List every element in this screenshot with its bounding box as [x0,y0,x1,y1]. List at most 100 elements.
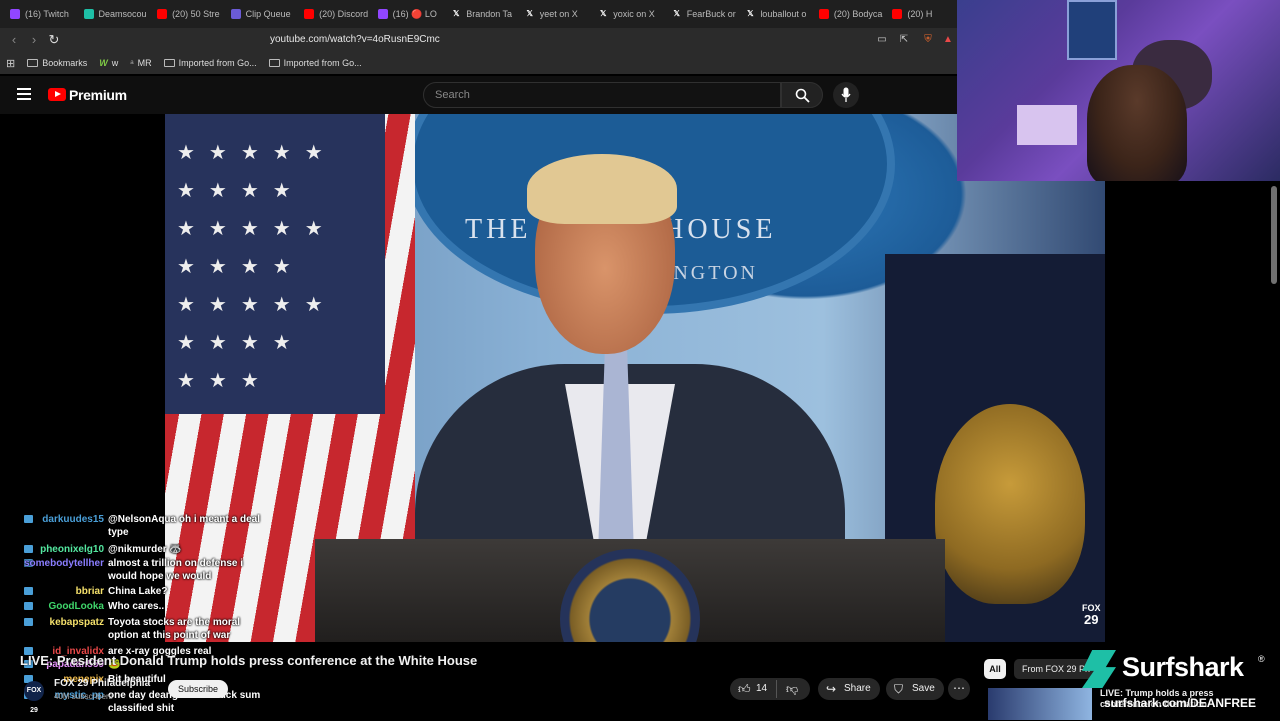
address-bar[interactable]: youtube.com/watch?v=4oRusnE9Cmc [218,30,960,50]
bookmark-label: w [111,58,119,68]
presidential-flag-eagle [935,404,1085,604]
streamer-webcam [957,0,1280,181]
chat-username[interactable]: GoodLooka [48,600,104,613]
menu-icon[interactable] [17,88,31,100]
page-scrollbar-thumb[interactable] [1271,186,1277,284]
youtube-icon [892,9,903,19]
x-icon: 𝕏 [600,9,607,18]
chat-badge-icon [24,515,33,523]
browser-tab-label: (20) Bodyca [833,9,883,19]
chat-badge-icon [24,618,33,626]
video-player[interactable]: THE WHITE HOUSE WASHINGTON ★★★★★ ★★★★ ★★… [165,114,1105,642]
folder-icon [163,59,175,67]
forward-button[interactable]: › [26,32,42,48]
browser-tab[interactable]: Deamsocou [78,0,152,28]
youtube-premium-wordmark[interactable]: Premium [69,87,127,103]
chat-username[interactable]: bbriar [76,585,104,598]
browser-tab-label: Deamsocou [98,9,147,19]
like-icon[interactable]: 👍︎ [738,678,751,700]
rewards-icon[interactable]: ▲ [940,32,956,48]
apps-grid-icon[interactable]: ⊞ [6,57,15,70]
twitch-icon [377,9,388,19]
share-page-icon[interactable]: ⇱ [896,32,912,48]
browser-tab[interactable]: (16) 🔴 LO [372,0,446,28]
bookmark-item-bookmarks[interactable]: Bookmarks [27,58,87,68]
search-button[interactable] [781,82,823,108]
like-divider [776,680,777,698]
browser-tab[interactable]: 𝕏yoxic on X [592,0,666,28]
chat-username[interactable]: kebapspatz [50,616,104,629]
share-button[interactable]: ↪ Share [818,678,880,700]
chat-username[interactable]: darkuudes15 [42,513,104,526]
reload-button[interactable]: ↻ [46,32,62,48]
back-button[interactable]: ‹ [6,32,22,48]
chat-badge-icon [24,602,33,610]
bookmark-item-mr[interactable]: ᵃ MR [130,58,151,68]
page-icon [83,9,94,19]
browser-tab[interactable]: 𝕏 FearBuck or [666,0,740,28]
chat-text: @nikmurder 🦝 [108,544,182,555]
browser-tab-label: (16) 🔴 LO [392,8,437,19]
browser-tab-label: Brandon Ta [466,9,513,19]
chat-text: Toyota stocks are the moral option at th… [108,617,241,641]
more-actions-button[interactable]: ⋯ [948,678,970,700]
chip-all[interactable]: All [984,659,1006,679]
speaker-hair [527,154,677,224]
sponsor-overlay: Surfshark ® surfshark.com/DEANFREE [1080,646,1280,720]
share-label: Share [844,683,871,694]
browser-tab[interactable]: (20) Discord [298,0,372,28]
dislike-icon[interactable]: 👎︎ [786,678,798,700]
browser-tab[interactable]: (20) 50 Stre [151,0,225,28]
wall-art [1067,0,1117,60]
recommended-video-thumbnail[interactable] [988,688,1092,720]
chat-username[interactable]: somebodytellher [24,557,104,570]
youtube-icon [304,9,315,19]
browser-tab[interactable]: (20) H [886,0,960,28]
youtube-masthead: Premium Search [0,76,960,114]
share-icon: ↪ [826,682,837,696]
search-input[interactable]: Search [423,82,781,108]
browser-tab[interactable]: (20) Bodyca [813,0,887,28]
browser-tab-strip: (16) Twitch Deamsocou (20) 50 Stre Clip Que… [0,0,960,28]
url-text: youtube.com/watch?v=4oRusnE9Cmc [270,34,440,45]
browser-tab-label: Clip Queue [245,9,291,19]
browser-tab-label: yeet on X [539,9,578,19]
bookmark-item-w[interactable]: Ww [99,58,118,68]
x-icon: 𝕏 [673,9,680,18]
bookmark-icon: ⛉ [894,682,904,696]
sponsor-registered-mark: ® [1258,654,1265,664]
browser-tab-label: FearBuck or [686,9,736,19]
save-label: Save [912,683,935,694]
bookmark-label: Bookmarks [42,58,88,68]
browser-tab[interactable]: Clip Queue [225,0,299,28]
chat-text: type [108,527,129,538]
browser-tab[interactable]: (16) Twitch [4,0,78,28]
browser-tab[interactable]: 𝕏 Brandon Ta [445,0,519,28]
browser-tab[interactable]: 𝕏louballout o [739,0,813,28]
subscribe-button[interactable]: Subscribe [168,680,228,698]
sponsor-url: surfshark.com/DEANFREE [1104,696,1257,710]
mr-icon: ᵃ [130,58,134,68]
save-button[interactable]: ⛉ Save [886,678,944,700]
x-icon: 𝕏 [452,9,460,18]
bookmarks-bar: ⊞ Bookmarks Ww ᵃ MR Imported from Go... I… [0,52,960,74]
search-icon [795,88,810,103]
bookmark-item-imported-1[interactable]: Imported from Go... [163,58,257,68]
bookmark-label: Imported from Go... [178,58,257,68]
voice-search-button[interactable] [833,82,859,108]
search-placeholder: Search [435,89,470,101]
chat-text: Who cares.. [108,601,165,612]
watermark-line-2: 29 [1084,612,1099,627]
chat-badge-icon [24,545,33,553]
chat-username[interactable]: pheonixelg10 [40,543,104,556]
like-count[interactable]: 14 [756,678,767,700]
bookmark-item-imported-2[interactable]: Imported from Go... [268,58,362,68]
page-icon [230,9,241,19]
youtube-logo-icon[interactable] [48,88,66,101]
cast-icon[interactable]: ▭ [874,32,890,48]
browser-tab[interactable]: 𝕏yeet on X [519,0,593,28]
channel-avatar[interactable]: FOX 29 [24,681,44,714]
brave-shield-icon[interactable]: ⛨ [920,32,936,48]
channel-name[interactable]: FOX 29 Philadelphia [54,678,150,689]
bookmark-label: MR [137,58,152,68]
